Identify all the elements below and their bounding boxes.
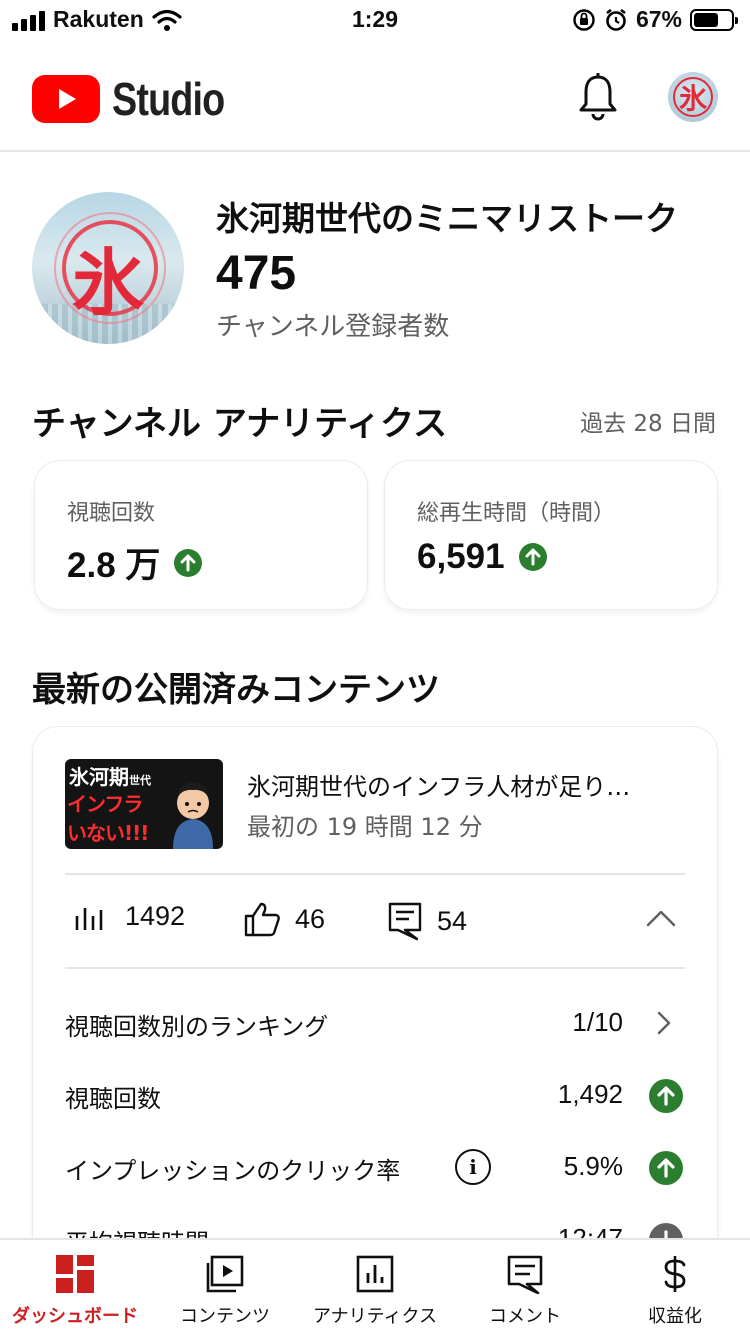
bell-icon[interactable] <box>576 72 620 122</box>
latest-content-card: 氷河期世代 インフラ いない!!! 氷河期世代のインフラ人材が足り… 最初の 1… <box>32 726 718 1286</box>
divider <box>65 967 685 969</box>
views-row[interactable]: 視聴回数 1,492 <box>65 1071 685 1121</box>
analytics-icon <box>356 1255 394 1293</box>
stat-card-value: 6,591 <box>417 537 505 576</box>
views-count: 1492 <box>125 901 186 931</box>
chevron-up-icon[interactable] <box>645 907 677 931</box>
thumbnail-text: 氷河期 <box>69 765 129 789</box>
thumbnail-text: インフラ <box>67 792 143 816</box>
nav-label: コンテンツ <box>180 1306 270 1327</box>
nav-monetization[interactable]: 収益化 <box>600 1240 750 1334</box>
content-icon <box>206 1255 244 1293</box>
comment-icon <box>507 1255 543 1294</box>
nav-analytics[interactable]: アナリティクス <box>300 1240 450 1334</box>
thumbs-up-icon <box>244 902 280 937</box>
bar-chart-icon <box>75 907 103 930</box>
nav-comments[interactable]: コメント <box>450 1240 600 1334</box>
stat-card-value: 2.8 万 <box>67 546 161 585</box>
stat-card-label: 総再生時間（時間） <box>417 501 616 526</box>
bottom-navigation: ダッシュボード コンテンツ アナリティクス コメント 収益化 <box>0 1238 750 1334</box>
analytics-period: 過去 28 日間 <box>580 411 716 437</box>
nav-label: アナリティクス <box>312 1306 438 1327</box>
channel-name: 氷河期世代のミニマリストーク <box>216 199 678 238</box>
thumbnail-text-small: 世代 <box>129 774 151 787</box>
account-avatar[interactable]: 氷 <box>668 72 718 122</box>
row-label: 視聴回数別のランキング <box>65 1013 329 1041</box>
thumbnail-text: いない!!! <box>67 821 149 845</box>
subscriber-count: 475 <box>216 247 297 300</box>
row-value: 1/10 <box>572 1007 623 1037</box>
alarm-icon <box>606 8 626 31</box>
dashboard-icon <box>56 1255 94 1293</box>
top-app-bar: Studio 氷 <box>0 42 750 152</box>
info-icon[interactable]: i <box>455 1149 491 1185</box>
battery-icon <box>690 8 738 31</box>
nav-label: コメント <box>489 1306 561 1327</box>
trend-up-icon <box>649 1079 683 1113</box>
logo-text: Studio <box>112 73 225 125</box>
youtube-studio-logo[interactable]: Studio <box>32 72 249 126</box>
account-avatar-glyph: 氷 <box>673 77 713 117</box>
likes-count: 46 <box>295 903 326 934</box>
battery-percent: 67% <box>635 6 682 32</box>
row-label: 視聴回数 <box>65 1085 161 1113</box>
video-thumbnail[interactable]: 氷河期世代 インフラ いない!!! <box>65 759 223 849</box>
dollar-icon <box>664 1256 686 1292</box>
row-label: インプレッションのクリック率 <box>65 1157 401 1185</box>
comments-metric: 54 <box>387 901 467 941</box>
views-metric: 1492 <box>73 901 185 932</box>
analytics-section-title: チャンネル アナリティクス <box>32 404 448 444</box>
nav-dashboard[interactable]: ダッシュボード <box>0 1240 150 1334</box>
watch-time-card[interactable]: 総再生時間（時間） 6,591 <box>384 460 718 610</box>
channel-avatar[interactable]: 氷 <box>32 192 184 344</box>
comment-icon <box>388 902 422 941</box>
youtube-play-icon <box>32 75 100 123</box>
row-value: 1,492 <box>557 1079 623 1109</box>
stat-card-label: 視聴回数 <box>67 501 156 526</box>
ranking-row[interactable]: 視聴回数別のランキング 1/10 <box>65 999 685 1049</box>
row-value: 5.9% <box>563 1151 623 1181</box>
nav-content[interactable]: コンテンツ <box>150 1240 300 1334</box>
trend-up-icon <box>518 543 547 571</box>
chevron-right-icon <box>655 1009 673 1041</box>
views-card[interactable]: 視聴回数 2.8 万 <box>34 460 368 610</box>
latest-content-title: 最新の公開済みコンテンツ <box>32 670 440 710</box>
ctr-row[interactable]: インプレッションのクリック率 i 5.9% <box>65 1143 685 1193</box>
channel-avatar-glyph: 氷 <box>71 240 144 325</box>
nav-label: 収益化 <box>648 1306 702 1327</box>
video-age: 最初の 19 時間 12 分 <box>247 813 483 841</box>
person-illustration <box>173 781 213 849</box>
nav-label: ダッシュボード <box>12 1306 138 1327</box>
status-bar: Rakuten 1:29 67% <box>0 0 750 42</box>
trend-up-icon <box>174 548 203 577</box>
rotation-lock-icon <box>573 8 595 31</box>
video-title[interactable]: 氷河期世代のインフラ人材が足り… <box>247 767 630 802</box>
subscriber-label: チャンネル登録者数 <box>216 312 450 342</box>
divider <box>65 873 685 875</box>
trend-up-icon <box>649 1151 683 1185</box>
likes-metric: 46 <box>243 901 325 937</box>
comments-count: 54 <box>437 905 468 936</box>
